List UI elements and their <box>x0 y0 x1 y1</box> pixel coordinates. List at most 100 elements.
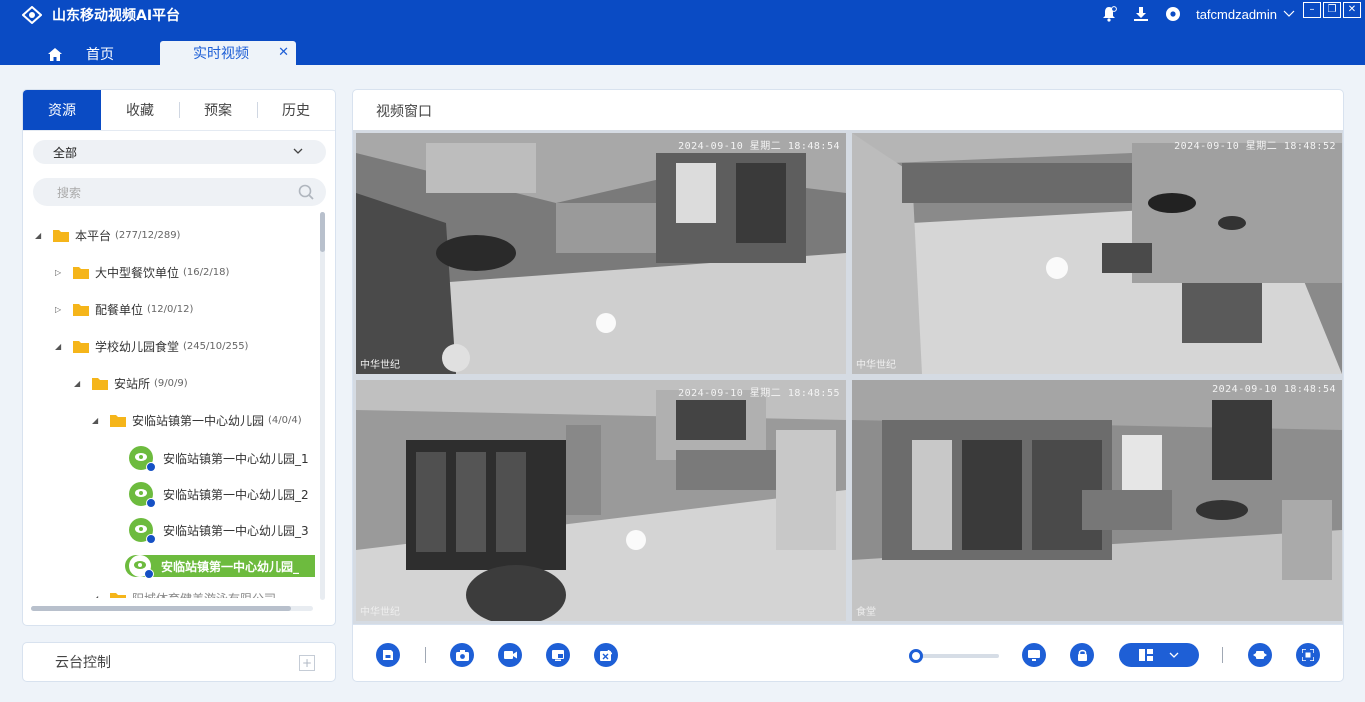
close-window-button[interactable]: ✕ <box>1343 2 1361 18</box>
folder-icon <box>73 267 89 279</box>
notification-icon[interactable] <box>1100 5 1118 23</box>
video-label: 中华世纪 <box>856 360 896 371</box>
slider-handle[interactable] <box>909 649 923 663</box>
layout-select-button[interactable] <box>1119 643 1199 667</box>
video-frame <box>852 380 1342 621</box>
camera-label: 安临站镇第一中心幼儿园_3 <box>163 523 309 538</box>
tree-node-meal-supply[interactable]: ▷ 配餐单位 (12/0/12) <box>55 301 193 318</box>
tree-node-label: 学校幼儿园食堂 <box>95 340 180 354</box>
tree-camera-2[interactable]: 安临站镇第一中心幼儿园_2 <box>129 482 309 508</box>
resource-tree: ◢ 本平台 (277/12/289) ▷ 大中型餐饮单位 (16/2/18) ▷… <box>23 218 318 598</box>
close-all-button[interactable] <box>594 643 618 667</box>
display-button[interactable] <box>1022 643 1046 667</box>
minimize-button[interactable]: – <box>1303 2 1321 18</box>
grid-layout-icon <box>1139 649 1153 661</box>
filter-value: 全部 <box>53 145 78 160</box>
lock-button[interactable] <box>1070 643 1094 667</box>
tree-node-school-canteen[interactable]: ◢ 学校幼儿园食堂 (245/10/255) <box>55 338 248 355</box>
window-mode-button[interactable] <box>1248 643 1272 667</box>
collapsed-icon[interactable]: ▷ <box>55 268 65 277</box>
tab-live-video[interactable]: 实时视频 ✕ <box>160 41 296 65</box>
tree-node-label: 本平台 <box>75 229 112 243</box>
tree-node-count: (277/12/289) <box>115 230 181 241</box>
tree-node-kindergarten[interactable]: ◢ 安临站镇第一中心幼儿园 (4/0/4) <box>92 412 302 429</box>
tree-node-count: (4/0/4) <box>268 415 302 426</box>
save-button[interactable] <box>376 643 400 667</box>
video-window-1[interactable]: 2024-09-10 星期二 18:48:54 中华世纪 <box>356 133 846 374</box>
expanded-icon[interactable]: ◢ <box>35 231 45 240</box>
tab-home-label: 首页 <box>86 47 114 63</box>
download-icon[interactable] <box>1132 5 1150 23</box>
window-controls: – ❐ ✕ <box>1301 2 1361 18</box>
expanded-icon[interactable]: ◢ <box>92 416 102 425</box>
tab-history[interactable]: 历史 <box>257 90 335 130</box>
video-toolbar <box>353 624 1343 681</box>
tab-plans[interactable]: 预案 <box>179 90 257 130</box>
tree-vertical-scrollbar[interactable] <box>320 212 325 600</box>
folder-icon <box>73 304 89 316</box>
ptz-label: 云台控制 <box>55 655 111 671</box>
expanded-icon[interactable]: ◢ <box>74 379 84 388</box>
header-actions: tafcmdzadmin <box>1086 5 1295 23</box>
video-timestamp: 2024-09-10 星期二 18:48:55 <box>678 388 840 399</box>
search-icon[interactable] <box>298 184 314 200</box>
tree-node-root[interactable]: ◢ 本平台 (277/12/289) <box>35 227 180 244</box>
scrollbar-thumb[interactable] <box>320 212 325 252</box>
stream-switch-button[interactable] <box>546 643 570 667</box>
collapsed-icon[interactable]: ▷ <box>55 305 65 314</box>
video-frame <box>356 133 846 374</box>
playing-icon <box>146 498 156 508</box>
video-frame <box>356 380 846 621</box>
tree-node-catering[interactable]: ▷ 大中型餐饮单位 (16/2/18) <box>55 264 229 281</box>
close-video-icon <box>600 649 612 661</box>
fullscreen-button[interactable] <box>1296 643 1320 667</box>
tree-horizontal-scrollbar[interactable] <box>31 606 313 611</box>
username: tafcmdzadmin <box>1196 6 1277 22</box>
tree-node-anzhan[interactable]: ◢ 安站所 (9/0/9) <box>74 375 188 392</box>
tree-node-label: 安站所 <box>114 377 151 391</box>
tree-node-count: (9/0/9) <box>154 378 188 389</box>
tree-node-count: (12/0/12) <box>147 304 194 315</box>
playing-icon <box>146 534 156 544</box>
tree-camera-3[interactable]: 安临站镇第一中心幼儿园_3 <box>129 518 309 544</box>
app-title: 山东移动视频AI平台 <box>52 8 181 24</box>
scrollbar-thumb[interactable] <box>31 606 291 611</box>
video-window-2[interactable]: 2024-09-10 星期二 18:48:52 中华世纪 <box>852 133 1342 374</box>
expanded-icon[interactable]: ◢ <box>55 342 65 351</box>
filter-select[interactable]: 全部 <box>33 140 326 164</box>
resource-panel: 资源 收藏 预案 历史 全部 搜索 ◢ 本平台 (277/12/289) ▷ 大… <box>22 89 336 626</box>
camera-icon <box>129 518 156 544</box>
monitor-icon <box>1028 649 1040 661</box>
settings-icon[interactable] <box>1164 5 1182 23</box>
camera-icon <box>129 555 154 579</box>
video-window-4[interactable]: 2024-09-10 18:48:54 食堂 <box>852 380 1342 621</box>
expand-icon[interactable]: + <box>299 655 315 671</box>
tree-node-count: (245/10/255) <box>183 341 249 352</box>
tree-camera-1[interactable]: 安临站镇第一中心幼儿园_1 <box>129 446 309 472</box>
video-window-3[interactable]: 2024-09-10 星期二 18:48:55 中华世纪 <box>356 380 846 621</box>
video-label: 中华世纪 <box>360 360 400 371</box>
tab-live-video-label: 实时视频 <box>193 46 249 62</box>
tab-favorites[interactable]: 收藏 <box>101 90 179 130</box>
tree-node-partial[interactable]: ◢ 阳城体育健美游泳有限公司 <box>92 590 276 598</box>
record-button[interactable] <box>498 643 522 667</box>
volume-slider[interactable] <box>909 649 999 663</box>
tab-resources[interactable]: 资源 <box>23 90 101 130</box>
camera-label: 安临站镇第一中心幼儿园_2 <box>163 487 309 502</box>
folder-icon <box>110 593 126 598</box>
toolbar-divider <box>425 647 426 663</box>
video-label: 食堂 <box>856 607 876 618</box>
search-input[interactable]: 搜索 <box>33 178 326 206</box>
snapshot-button[interactable] <box>450 643 474 667</box>
ptz-control-panel[interactable]: 云台控制 + <box>22 642 336 682</box>
tab-home[interactable]: 首页 <box>48 44 114 64</box>
user-menu[interactable]: tafcmdzadmin <box>1196 7 1295 22</box>
collapsed-icon[interactable]: ◢ <box>92 594 102 598</box>
maximize-button[interactable]: ❐ <box>1323 2 1341 18</box>
brand: 山东移动视频AI平台 <box>22 5 180 25</box>
camera-icon <box>455 649 469 661</box>
chevron-down-icon <box>1169 652 1179 658</box>
tree-camera-4-selected[interactable]: 安临站镇第一中心幼儿园_ <box>125 555 315 579</box>
logo-icon <box>22 6 42 24</box>
close-tab-icon[interactable]: ✕ <box>278 45 289 60</box>
